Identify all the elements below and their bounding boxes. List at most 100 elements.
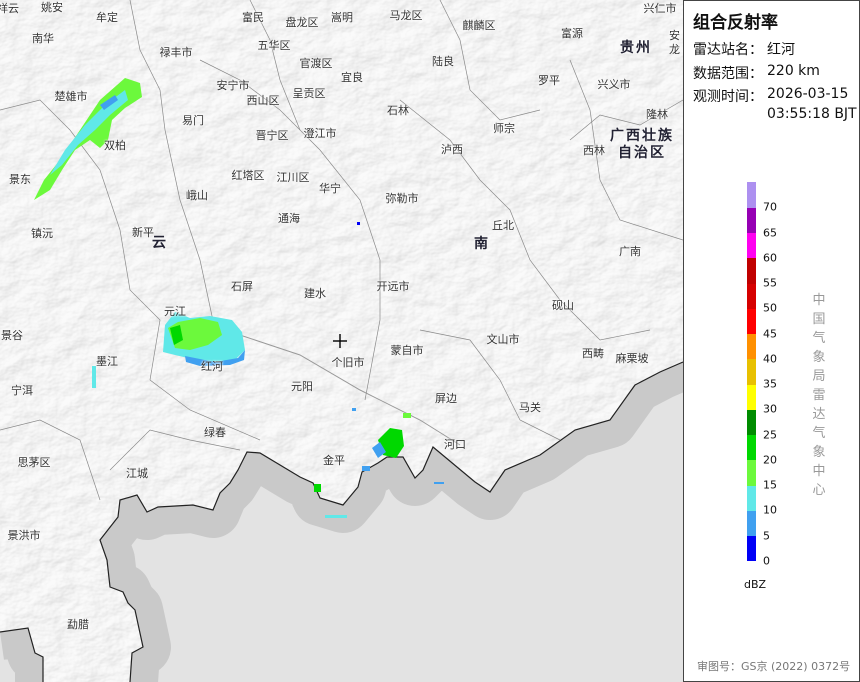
city-label: 元江 [164, 305, 186, 318]
legend-tick-label: 20 [763, 453, 777, 467]
approval-number: 审图号：GS京 (2022) 0372号 [697, 660, 851, 673]
range-value: 220 km [767, 63, 820, 79]
date-value: 2026-03-15 [767, 86, 849, 102]
city-label: 西林 [583, 144, 605, 157]
province-label: 自治区 [618, 145, 666, 161]
color-legend-bar [747, 182, 756, 562]
legend-swatch [747, 308, 756, 335]
city-label: 双柏 [104, 139, 126, 152]
city-label: 泸西 [441, 143, 463, 156]
city-label: 马龙区 [389, 9, 423, 22]
legend-swatch [747, 535, 756, 562]
city-label: 马关 [519, 401, 541, 414]
legend-tick-label: 55 [763, 276, 777, 290]
city-label: 红河 [201, 360, 223, 373]
city-label: 富民 [242, 11, 264, 24]
range-label: 数据范围： [693, 66, 763, 82]
legend-swatch [747, 283, 756, 309]
city-label: 南华 [32, 32, 54, 45]
legend-tick-label: 0 [763, 554, 770, 568]
city-label: 开远市 [376, 280, 410, 293]
city-label: 五华区 [257, 39, 291, 52]
province-label: 云 [152, 235, 168, 251]
city-label: 景东 [9, 173, 31, 186]
legend-swatch [747, 485, 756, 511]
city-label: 广南 [619, 245, 641, 258]
city-label: 建水 [304, 287, 326, 300]
echo-spot [403, 413, 411, 418]
city-label: 呈贡区 [292, 87, 326, 100]
city-label: 澄江市 [303, 127, 337, 140]
legend-tick-label: 5 [763, 529, 770, 543]
legend-tick-label: 65 [763, 226, 777, 240]
time-label: 观测时间： [693, 89, 763, 105]
station-value: 红河 [767, 42, 795, 58]
legend-swatch [747, 459, 756, 486]
station-label: 雷达站名： [693, 42, 763, 58]
city-label: 姚安 [41, 1, 63, 14]
city-label: 绿春 [204, 426, 226, 439]
city-label: 兴仁市 [643, 2, 677, 15]
city-label: 文山市 [486, 333, 520, 346]
legend-swatch [747, 207, 756, 234]
time-value: 03:55:18 BJT [767, 106, 857, 122]
echo-spot [357, 222, 360, 225]
city-label: 楚雄市 [54, 90, 88, 103]
legend-swatch [747, 182, 756, 208]
city-label: 宜良 [341, 71, 363, 84]
city-label: 弥勒市 [385, 192, 419, 205]
radar-map[interactable]: 云 南 贵州 广西壮族 自治区 祥云 姚安 牟定 南华 禄丰市 富民 盘龙区 嵩… [0, 0, 683, 682]
city-label: 砚山 [552, 299, 574, 312]
legend-swatch [747, 434, 756, 461]
station-row: 雷达站名： 红河 [693, 39, 795, 59]
city-label: 墨江 [96, 355, 118, 368]
legend-swatch [747, 333, 756, 360]
city-label: 红塔区 [231, 169, 265, 182]
legend-tick-label: 35 [763, 377, 777, 391]
legend-tick-label: 10 [763, 503, 777, 517]
city-label: 峨山 [186, 189, 208, 202]
source-label: 中国气象局雷达气象中心 [812, 293, 826, 498]
echo-spot [352, 408, 356, 411]
city-label: 华宁 [319, 182, 341, 195]
city-label: 元阳 [291, 380, 313, 393]
legend-tick-label: 60 [763, 251, 777, 265]
city-label: 祥云 [0, 2, 19, 15]
legend-swatch [747, 232, 756, 259]
province-label: 南 [474, 236, 490, 252]
product-title: 组合反射率 [693, 13, 778, 33]
city-label: 嵩明 [331, 11, 353, 24]
city-label: 金平 [323, 454, 345, 467]
city-label: 晋宁区 [255, 129, 289, 142]
city-label: 通海 [278, 212, 300, 225]
city-label: 西畴 [582, 347, 604, 360]
echo-mojiang [92, 366, 96, 388]
echo-spot [314, 484, 321, 492]
legend-tick-label: 40 [763, 352, 777, 366]
unit-label: dBZ [744, 578, 767, 591]
city-label: 个旧市 [331, 356, 365, 369]
legend-tick-label: 70 [763, 200, 777, 214]
legend-swatch [747, 257, 756, 284]
city-label: 富源 [561, 27, 583, 40]
legend-swatch [747, 409, 756, 436]
terrain-layer [0, 0, 683, 682]
city-label: 江城 [126, 467, 148, 480]
time-row: 观测时间： 2026-03-15 [693, 86, 848, 106]
city-label: 勐腊 [67, 618, 89, 631]
city-label: 新平 [132, 226, 154, 239]
city-label: 安宁市 [216, 79, 250, 92]
legend-tick-label: 25 [763, 428, 777, 442]
city-label: 盘龙区 [285, 16, 319, 29]
legend-tick-label: 15 [763, 478, 777, 492]
legend-swatch [747, 358, 756, 385]
info-panel: 组合反射率 雷达站名： 红河 数据范围： 220 km 观测时间： 2026-0… [683, 0, 860, 682]
city-label: 宁洱 [11, 384, 33, 397]
city-label: 江川区 [276, 171, 310, 184]
legend-tick-label: 45 [763, 327, 777, 341]
city-label: 隆林 [646, 108, 668, 121]
echo-spot [325, 515, 347, 518]
city-label: 景谷 [1, 329, 23, 342]
province-label: 贵州 [620, 40, 652, 56]
city-label: 师宗 [493, 122, 515, 135]
